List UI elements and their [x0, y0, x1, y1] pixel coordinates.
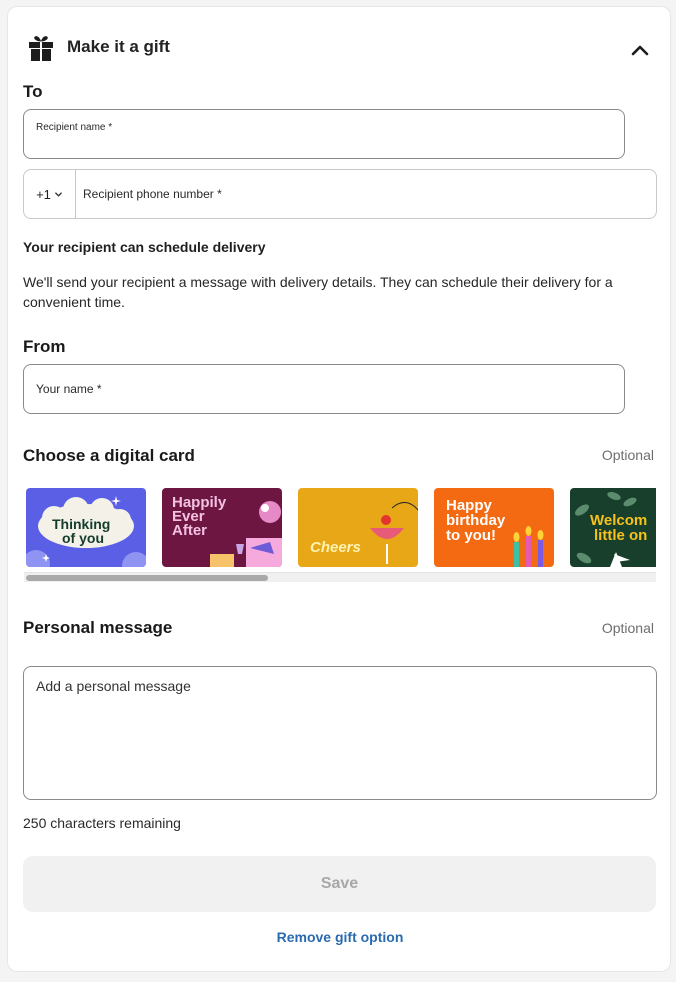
card-2-text-line3: After	[172, 522, 208, 539]
recipient-name-label: Recipient name *	[36, 122, 113, 133]
schedule-description: We'll send your recipient a message with…	[23, 274, 613, 310]
personal-message-placeholder: Add a personal message	[36, 678, 191, 694]
recipient-phone-field[interactable]: +1 Recipient phone number *	[23, 169, 657, 219]
gift-panel: Make it a gift To Recipient name * +1 Re…	[7, 6, 671, 972]
card-5-text-line2: little on	[594, 527, 648, 544]
card-1-text-line2: of you	[62, 530, 104, 546]
personal-message-textarea[interactable]: Add a personal message	[23, 666, 657, 800]
card-3-text-line1: Cheers	[310, 539, 361, 556]
card-4-text-line3: to you!	[446, 527, 496, 544]
from-label: From	[23, 337, 66, 356]
personal-message-optional: Optional	[601, 620, 654, 636]
country-code-value: +1	[36, 186, 51, 202]
gift-icon	[29, 36, 53, 61]
card-1-text-line1: Thinking	[52, 516, 111, 532]
recipient-name-field[interactable]: Recipient name *	[23, 109, 625, 159]
card-4-text-line2: birthday	[446, 512, 506, 529]
to-label: To	[23, 82, 43, 101]
card-4-text-line1: Happy	[446, 497, 492, 514]
recipient-phone-placeholder: Recipient phone number *	[83, 187, 222, 201]
card-happily-ever-after[interactable]: Happily Ever After	[162, 488, 282, 567]
card-welcome-little-one[interactable]: Welcom little on	[570, 488, 656, 567]
country-code-select[interactable]: +1	[24, 170, 76, 218]
digital-card-carousel[interactable]: Thinking of you Happily Ever After Cheer…	[24, 486, 656, 584]
card-happy-birthday[interactable]: Happy birthday to you!	[434, 488, 554, 567]
carousel-scrollbar[interactable]	[24, 572, 656, 582]
save-button[interactable]: Save	[23, 856, 656, 912]
card-5-text-line1: Welcom	[590, 512, 648, 529]
digital-card-optional: Optional	[601, 447, 654, 463]
gift-section-title: Make it a gift	[67, 37, 170, 56]
card-cheers[interactable]: Cheers	[298, 488, 418, 567]
your-name-label: Your name *	[36, 382, 102, 396]
carousel-scrollbar-thumb[interactable]	[26, 575, 268, 581]
digital-card-heading: Choose a digital card	[23, 446, 195, 465]
chevron-up-icon[interactable]	[628, 39, 652, 63]
personal-message-heading: Personal message	[23, 618, 173, 637]
your-name-field[interactable]: Your name *	[23, 364, 625, 414]
card-thinking-of-you[interactable]: Thinking of you	[26, 488, 146, 567]
characters-remaining: 250 characters remaining	[23, 815, 181, 831]
schedule-heading: Your recipient can schedule delivery	[23, 239, 266, 255]
chevron-down-icon	[55, 191, 62, 197]
remove-gift-option-link[interactable]: Remove gift option	[8, 929, 672, 945]
